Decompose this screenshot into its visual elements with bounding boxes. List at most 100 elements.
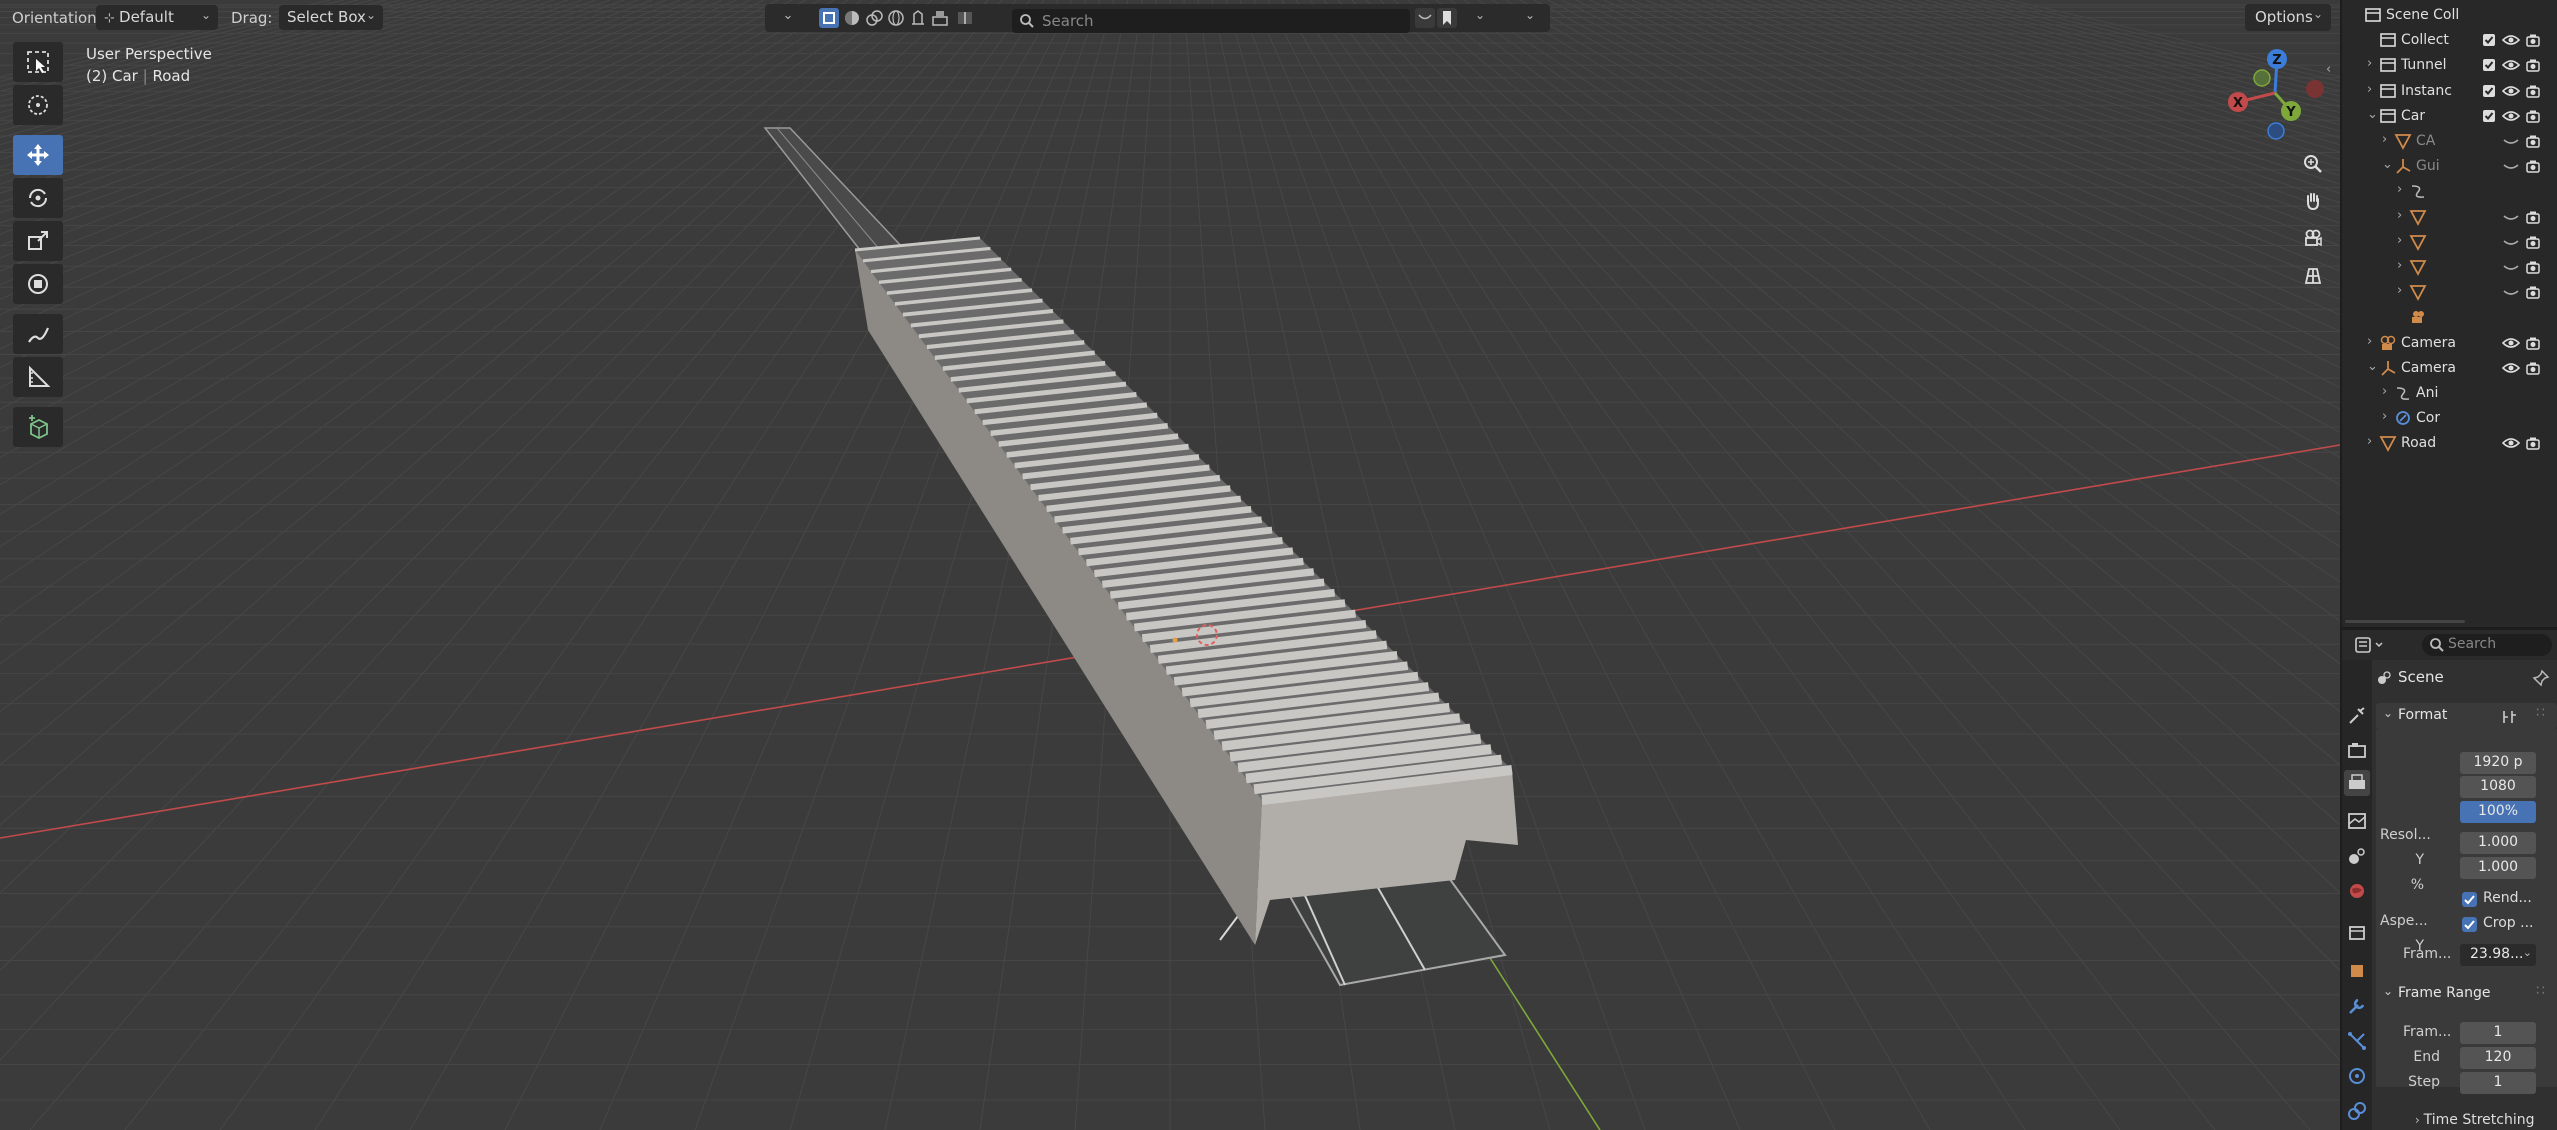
expand-arrow-icon[interactable]: › [2367,434,2372,449]
overlays-button[interactable] [864,8,884,28]
chevron-down-icon[interactable]: ⌄ [1475,8,1485,22]
render-camera-icon[interactable] [2525,57,2541,73]
outliner-row[interactable]: › [2342,280,2557,305]
aspect-y-field[interactable]: 1.000 [2460,857,2536,879]
3d-viewport[interactable]: User Perspective (2) Car | Road Z X Y Or… [0,0,2340,1130]
drag-handle-icon[interactable]: ∷ [2536,705,2545,721]
eye-closed-icon[interactable] [2502,259,2520,275]
move-tool[interactable] [13,135,63,175]
gizmo-neg-y-axis[interactable] [2253,69,2271,87]
outliner-row[interactable]: ⌄ Camera [2342,356,2557,381]
material-preview-button[interactable] [842,8,862,28]
render-camera-icon[interactable] [2525,83,2541,99]
expand-arrow-icon[interactable]: › [2367,334,2372,349]
output-tab[interactable] [2344,770,2370,796]
time-stretching-panel-header[interactable]: › Time Stretching [2415,1112,2534,1128]
viewport-scene[interactable] [0,0,2340,1130]
expand-arrow-icon[interactable]: › [2397,182,2402,197]
render-camera-icon[interactable] [2525,335,2541,351]
eye-icon[interactable] [2501,335,2521,351]
presets-icon[interactable] [2500,708,2518,726]
eye-closed-icon[interactable] [2502,158,2520,174]
expand-arrow-icon[interactable]: › [2397,208,2402,223]
bookmark-button[interactable] [1437,8,1457,28]
exclude-checkbox-icon[interactable] [2482,84,2496,98]
transform-tool[interactable] [13,264,63,304]
expand-arrow-icon[interactable]: › [2367,56,2372,71]
collection-tab-icon[interactable] [2346,922,2368,944]
shading-button[interactable] [886,8,906,28]
outliner-row[interactable]: › Camera [2342,331,2557,356]
crop-checkbox[interactable] [2462,917,2477,932]
expand-arrow-icon[interactable]: › [2397,233,2402,248]
render-tab-icon[interactable] [2346,740,2368,762]
cursor-tool[interactable] [13,85,63,125]
outliner-row[interactable]: ⌄ Car [2342,104,2557,129]
outliner-row[interactable]: › [2342,255,2557,280]
view-layer-tab-icon[interactable] [2346,810,2368,832]
expand-arrow-icon[interactable]: › [2382,409,2387,424]
world-tab-icon[interactable] [2346,880,2368,902]
outliner-row[interactable]: Scene Coll [2342,3,2557,28]
frame-step-field[interactable]: 1 [2460,1072,2536,1094]
constraints-tab-icon[interactable] [2346,1100,2368,1122]
exclude-checkbox-icon[interactable] [2482,33,2496,47]
expand-arrow-icon[interactable]: › [2382,384,2387,399]
chevron-down-icon[interactable]: ⌄ [1525,8,1535,22]
render-camera-icon[interactable] [2525,234,2541,250]
gizmo-neg-x-axis[interactable] [2306,80,2324,98]
expand-arrow-icon[interactable]: › [2397,283,2402,298]
expand-arrow-icon[interactable]: › [2382,132,2387,147]
gizmo-neg-z-axis[interactable] [2267,122,2285,140]
format-panel-header[interactable]: ⌄ Format ∷ [2376,703,2557,729]
measure-tool[interactable] [13,357,63,397]
eye-icon[interactable] [2501,108,2521,124]
frame-end-field[interactable]: 120 [2460,1047,2536,1069]
render-camera-icon[interactable] [2525,435,2541,451]
eye-closed-icon[interactable] [2502,133,2520,149]
outliner-row[interactable]: ⌄ Gui [2342,154,2557,179]
exclude-checkbox-icon[interactable] [2482,109,2496,123]
outliner-row[interactable]: › Road [2342,431,2557,456]
outliner-row[interactable]: › Cor [2342,406,2557,431]
scene-tab-icon[interactable] [2346,845,2368,867]
eye-icon[interactable] [2501,32,2521,48]
scale-tool[interactable] [13,221,63,261]
drag-handle-icon[interactable]: ∷ [2536,983,2545,999]
chevron-left-icon[interactable]: ‹ [2326,62,2331,77]
editor-type-dropdown[interactable] [2354,635,2388,655]
frame-start-field[interactable]: 1 [2460,1022,2536,1044]
render-camera-icon[interactable] [2525,108,2541,124]
ortho-toggle-button[interactable] [2295,258,2331,294]
object-tab-icon[interactable] [2346,960,2368,982]
modifier-tab-icon[interactable] [2346,995,2368,1017]
eye-closed-icon[interactable] [2502,284,2520,300]
collapse-arrow-icon[interactable]: ⌄ [2367,107,2378,122]
rotate-tool[interactable] [13,178,63,218]
outliner-row[interactable]: Collect [2342,28,2557,53]
select-mode-button[interactable] [819,8,839,28]
outliner-row[interactable]: › Instanc [2342,79,2557,104]
eye-closed-icon[interactable] [2502,234,2520,250]
aspect-x-field[interactable]: 1.000 [2460,832,2536,854]
properties-editor[interactable]: Search Scene ⌄ Format ∷ Resol... Y % Asp… [2342,630,2557,1130]
drag-dropdown[interactable]: Select Box ⌄ [279,5,383,30]
pin-icon[interactable] [2532,669,2550,687]
particles-tab-icon[interactable] [2346,1030,2368,1052]
filter-dropdown-button[interactable] [955,8,975,28]
frame-range-panel-header[interactable]: ⌄ Frame Range ∷ [2376,981,2557,1007]
collapse-arrow-icon[interactable]: ⌄ [2367,359,2378,374]
annotate-tool[interactable] [13,314,63,354]
collapse-arrow-icon[interactable]: ⌄ [2382,157,2393,172]
render-camera-icon[interactable] [2525,284,2541,300]
outliner-row[interactable]: › [2342,230,2557,255]
render-camera-icon[interactable] [2525,360,2541,376]
resolution-x-field[interactable]: 1920 p [2460,752,2536,774]
expand-arrow-icon[interactable]: › [2367,82,2372,97]
eye-icon[interactable] [2501,83,2521,99]
render-region-checkbox[interactable] [2462,892,2477,907]
tool-tab-icon[interactable] [2346,705,2368,727]
outliner-row[interactable]: › Ani [2342,381,2557,406]
chevron-down-icon[interactable]: ⌄ [773,8,803,28]
pan-button[interactable] [2295,183,2331,219]
